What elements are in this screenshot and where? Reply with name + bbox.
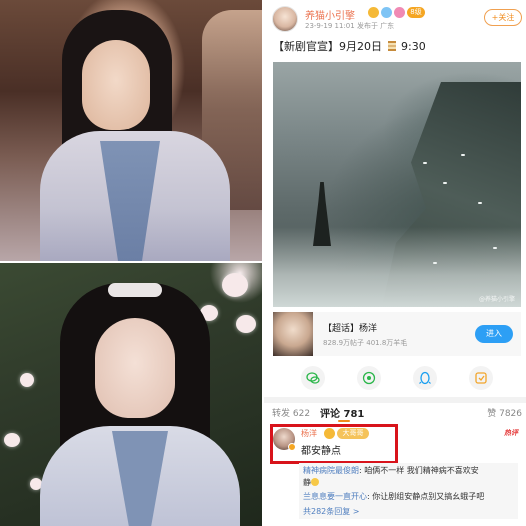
save-icon[interactable] — [469, 366, 493, 390]
hourglass-icon — [387, 41, 396, 51]
topic-stats: 828.9万帖子 401.8万羊毛 — [323, 339, 408, 347]
active-tab-underline — [338, 420, 350, 422]
image-watermark: @养猫小引擎 — [478, 296, 515, 303]
reply-list[interactable]: 精神病院最俊朗: 咱俩不一样 我们精神病不喜欢安 静 兰息息要一直开心: 你让剧… — [299, 463, 518, 519]
super-topic-card[interactable]: 【超话】杨洋 828.9万帖子 401.8万羊毛 进入 — [273, 312, 521, 356]
reply-item: 精神病院最俊朗: 咱俩不一样 我们精神病不喜欢安 — [303, 465, 479, 477]
blossom — [222, 273, 248, 297]
post-image[interactable]: @养猫小引擎 — [273, 62, 521, 307]
smile-emoji-icon — [311, 478, 319, 486]
bird — [443, 182, 447, 184]
weibo-post-panel: 养猫小引擎 8级 23-9-19 11:01 发布于 广东 +关注 【新剧官宣】… — [264, 0, 526, 526]
post-text: 【新剧官宣】9月20日 9:30 — [273, 38, 426, 54]
level-badge: 8级 — [407, 7, 425, 18]
author-avatar[interactable] — [272, 6, 298, 32]
enter-topic-button[interactable]: 进入 — [475, 325, 513, 343]
more-replies-link[interactable]: 共282条回复 > — [303, 506, 360, 517]
bird — [423, 162, 427, 164]
blossom — [20, 373, 34, 387]
topic-thumbnail — [273, 312, 313, 356]
bird — [493, 247, 497, 249]
reply-text: : 咱俩不一样 我们精神病不喜欢安 — [359, 466, 479, 475]
tab-comments[interactable]: 评论 781 — [320, 405, 364, 420]
post-text-main: 【新剧官宣】9月20日 — [273, 40, 382, 53]
reply-item: 兰息息要一直开心: 你让剧组安静点别又搞幺蛾子吧 — [303, 491, 484, 503]
member-badge-icon — [381, 7, 392, 18]
actor-photo-bottom[interactable] — [0, 263, 262, 526]
hair-crown — [108, 283, 162, 297]
highlight-box — [270, 424, 398, 464]
bird — [461, 154, 465, 156]
bird — [478, 202, 482, 204]
post-meta: 23-9-19 11:01 发布于 广东 — [305, 22, 395, 30]
interaction-tabs: 转发 622 评论 781 赞 7826 — [272, 404, 522, 422]
face — [95, 318, 175, 418]
bird — [433, 262, 437, 264]
wechat-icon[interactable] — [301, 366, 325, 390]
qq-icon[interactable] — [413, 366, 437, 390]
reply-author[interactable]: 精神病院最俊朗 — [303, 466, 359, 475]
blossom — [236, 315, 256, 333]
section-divider — [264, 397, 526, 403]
blossom — [4, 433, 20, 447]
topic-title: 【超话】杨洋 — [323, 324, 378, 334]
post-header: 养猫小引擎 8级 23-9-19 11:01 发布于 广东 +关注 — [272, 6, 522, 36]
moments-icon[interactable] — [357, 366, 381, 390]
follow-button[interactable]: +关注 — [484, 9, 522, 26]
swordsman-figure — [313, 182, 331, 246]
reply-text: : 你让剧组安静点别又搞幺蛾子吧 — [367, 492, 485, 501]
reply-item-continued: 静 — [303, 477, 319, 489]
fan-badge-icon — [394, 7, 405, 18]
face — [82, 40, 150, 130]
tab-reposts[interactable]: 转发 622 — [272, 406, 310, 419]
reply-author[interactable]: 兰息息要一直开心 — [303, 492, 367, 501]
crown-badge-icon — [368, 7, 379, 18]
tab-likes[interactable]: 赞 7826 — [487, 406, 522, 419]
share-row — [273, 364, 521, 392]
hot-comment-tag: 热评 — [504, 429, 518, 437]
author-badges: 8级 — [368, 7, 425, 18]
actor-photo-top[interactable] — [0, 0, 262, 261]
post-text-time: 9:30 — [401, 40, 426, 53]
author-name[interactable]: 养猫小引擎 — [305, 7, 355, 22]
reply-text: 静 — [303, 478, 311, 487]
